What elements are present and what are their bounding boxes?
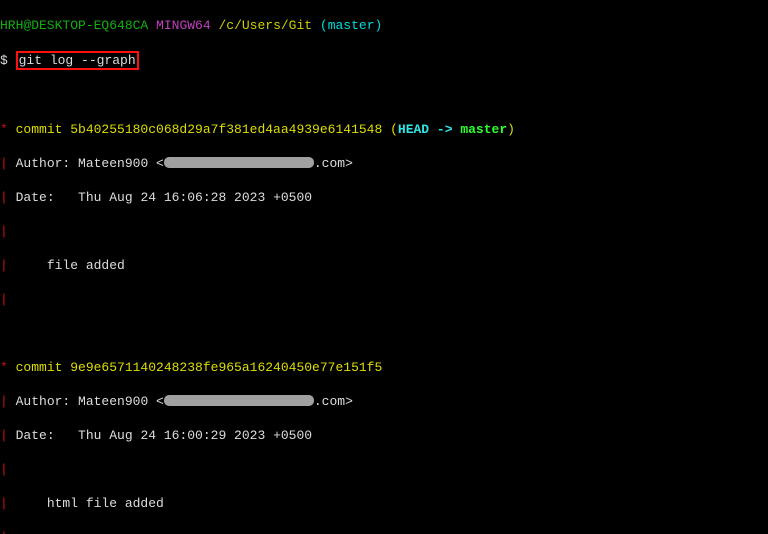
author-label: Author: <box>16 156 78 171</box>
command-text: git log --graph <box>19 53 136 68</box>
refs-head: HEAD -> <box>398 122 460 137</box>
graph-pipe: | <box>0 292 16 307</box>
graph-star: * <box>0 360 16 375</box>
date-line: | Date: Thu Aug 24 16:06:28 2023 +0500 <box>0 189 768 206</box>
refs-close: ) <box>507 122 515 137</box>
env: MINGW64 <box>156 18 211 33</box>
date: Thu Aug 24 16:00:29 2023 +0500 <box>78 428 312 443</box>
graph-pipe: | <box>0 530 16 534</box>
command-line: $ git log --graph <box>0 51 768 70</box>
redacted-email <box>164 395 314 406</box>
refs-open: ( <box>382 122 398 137</box>
commit-hash-line: * commit 9e9e6571140248238fe965a16240450… <box>0 359 768 376</box>
graph-pipe: | <box>0 190 16 205</box>
date-line: | Date: Thu Aug 24 16:00:29 2023 +0500 <box>0 427 768 444</box>
prompt-line: HRH@DESKTOP-EQ648CA MINGW64 /c/Users/Git… <box>0 17 768 34</box>
blank-line: | <box>0 461 768 478</box>
commit-msg: html file added <box>16 496 164 511</box>
graph-pipe: | <box>0 428 16 443</box>
date-label: Date: <box>16 190 78 205</box>
command-highlight: git log --graph <box>16 51 139 70</box>
blank-line: | <box>0 529 768 534</box>
blank-line: | <box>0 291 768 308</box>
author-close: .com> <box>314 156 353 171</box>
author-line: | Author: Mateen900 < .com> <box>0 393 768 410</box>
user-host: HRH@DESKTOP-EQ648CA <box>0 18 148 33</box>
commit-hash-line: * commit 5b40255180c068d29a7f381ed4aa493… <box>0 121 768 138</box>
author-name: Mateen900 < <box>78 156 164 171</box>
author-name: Mateen900 < <box>78 394 164 409</box>
message-line: | html file added <box>0 495 768 512</box>
prompt-symbol: $ <box>0 53 8 68</box>
message-line: | file added <box>0 257 768 274</box>
graph-pipe: | <box>0 258 16 273</box>
blank-line: | <box>0 223 768 240</box>
author-close: .com> <box>314 394 353 409</box>
graph-pipe: | <box>0 394 16 409</box>
cwd: /c/Users/Git <box>218 18 312 33</box>
graph-pipe: | <box>0 156 16 171</box>
date-label: Date: <box>16 428 78 443</box>
date: Thu Aug 24 16:06:28 2023 +0500 <box>78 190 312 205</box>
author-line: | Author: Mateen900 < .com> <box>0 155 768 172</box>
branch: (master) <box>320 18 382 33</box>
author-label: Author: <box>16 394 78 409</box>
commit-hash: commit 5b40255180c068d29a7f381ed4aa4939e… <box>16 122 383 137</box>
graph-pipe: | <box>0 496 16 511</box>
graph-pipe: | <box>0 462 16 477</box>
terminal[interactable]: HRH@DESKTOP-EQ648CA MINGW64 /c/Users/Git… <box>0 0 768 534</box>
graph-pipe: | <box>0 224 16 239</box>
redacted-email <box>164 157 314 168</box>
commit-msg: file added <box>16 258 125 273</box>
commit-hash: commit 9e9e6571140248238fe965a16240450e7… <box>16 360 383 375</box>
graph-star: * <box>0 122 16 137</box>
refs-branch: master <box>460 122 507 137</box>
